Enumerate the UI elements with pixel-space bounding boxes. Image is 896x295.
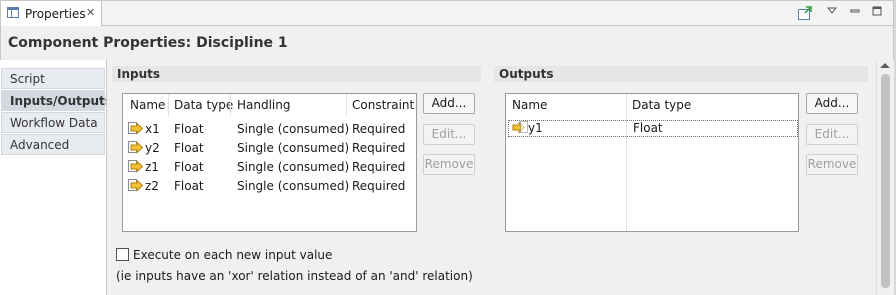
input-handling: Single (consumed) [237, 160, 350, 174]
side-tab-list: Script Inputs/Outputs Workflow Data Adva… [1, 60, 112, 295]
input-name: z2 [145, 179, 159, 193]
input-name: z1 [145, 160, 159, 174]
outputs-section-header: Outputs [494, 66, 868, 82]
view-tab-bar: Properties ✕ [0, 0, 894, 26]
output-type: Float [633, 121, 663, 135]
inputs-col-data-type[interactable]: Data type [174, 98, 233, 112]
input-arrow-icon [128, 122, 144, 135]
scrollbar-thumb[interactable] [881, 74, 890, 288]
close-icon[interactable]: ✕ [86, 6, 95, 19]
view-tab-label: Properties [25, 7, 86, 21]
side-tab-script[interactable]: Script [1, 68, 105, 89]
output-arrow-icon [512, 121, 528, 134]
input-constraint: Required [352, 179, 406, 193]
properties-view-tab[interactable]: Properties ✕ [1, 1, 102, 26]
table-row[interactable]: x1 Float Single (consumed) Required [123, 120, 416, 139]
input-handling: Single (consumed) [237, 141, 350, 155]
input-constraint: Required [352, 160, 406, 174]
outputs-remove-button[interactable]: Remove [806, 154, 858, 175]
input-constraint: Required [352, 141, 406, 155]
table-row[interactable]: z2 Float Single (consumed) Required [123, 177, 416, 196]
outputs-table[interactable]: Name Data type y1 Float [505, 93, 799, 232]
outputs-col-data-type[interactable]: Data type [632, 98, 691, 112]
input-arrow-icon [128, 141, 144, 154]
output-name: y1 [528, 121, 543, 135]
side-tab-inputs-outputs[interactable]: Inputs/Outputs [1, 90, 112, 111]
inputs-col-constraint[interactable]: Constraint [352, 98, 414, 112]
input-type: Float [174, 160, 204, 174]
side-tab-advanced[interactable]: Advanced [1, 134, 105, 155]
input-constraint: Required [352, 122, 406, 136]
input-type: Float [174, 141, 204, 155]
minimize-icon[interactable] [846, 5, 864, 23]
maximize-icon[interactable] [868, 5, 886, 23]
inputs-remove-button[interactable]: Remove [423, 154, 475, 175]
side-tab-workflow-data[interactable]: Workflow Data [1, 112, 105, 133]
outputs-add-button[interactable]: Add... [806, 93, 858, 114]
inputs-section-header: Inputs [112, 66, 481, 82]
execute-on-new-input-checkbox[interactable] [116, 248, 129, 261]
xor-relation-note: (ie inputs have an 'xor' relation instea… [116, 269, 473, 283]
column-separator [346, 94, 347, 116]
input-arrow-icon [128, 179, 144, 192]
outputs-col-name[interactable]: Name [512, 98, 547, 112]
properties-view-icon [7, 7, 19, 18]
input-name: y2 [145, 141, 160, 155]
inputs-col-name[interactable]: Name [130, 98, 165, 112]
input-handling: Single (consumed) [237, 122, 350, 136]
table-row[interactable]: y2 Float Single (consumed) Required [123, 139, 416, 158]
column-separator [230, 94, 231, 116]
input-arrow-icon [128, 160, 144, 173]
page-title: Component Properties: Discipline 1 [8, 35, 288, 51]
view-menu-icon[interactable] [823, 5, 841, 23]
inputs-col-handling[interactable]: Handling [237, 98, 291, 112]
inputs-table[interactable]: Name Data type Handling Constraint x1 Fl… [122, 93, 417, 232]
table-row[interactable]: y1 Float [508, 120, 798, 137]
vertical-scrollbar[interactable] [876, 60, 894, 295]
properties-title-bar: Component Properties: Discipline 1 [0, 26, 894, 60]
table-row[interactable]: z1 Float Single (consumed) Required [123, 158, 416, 177]
input-type: Float [174, 179, 204, 193]
inputs-edit-button[interactable]: Edit... [423, 124, 475, 145]
scroll-up-icon[interactable] [880, 63, 890, 68]
pin-view-icon[interactable] [796, 5, 814, 23]
outputs-edit-button[interactable]: Edit... [806, 124, 858, 145]
execute-checkbox-label[interactable]: Execute on each new input value [133, 248, 332, 262]
inputs-add-button[interactable]: Add... [423, 93, 475, 114]
input-type: Float [174, 122, 204, 136]
input-handling: Single (consumed) [237, 179, 350, 193]
input-name: x1 [145, 122, 160, 136]
column-separator [626, 94, 627, 231]
column-separator [168, 94, 169, 116]
